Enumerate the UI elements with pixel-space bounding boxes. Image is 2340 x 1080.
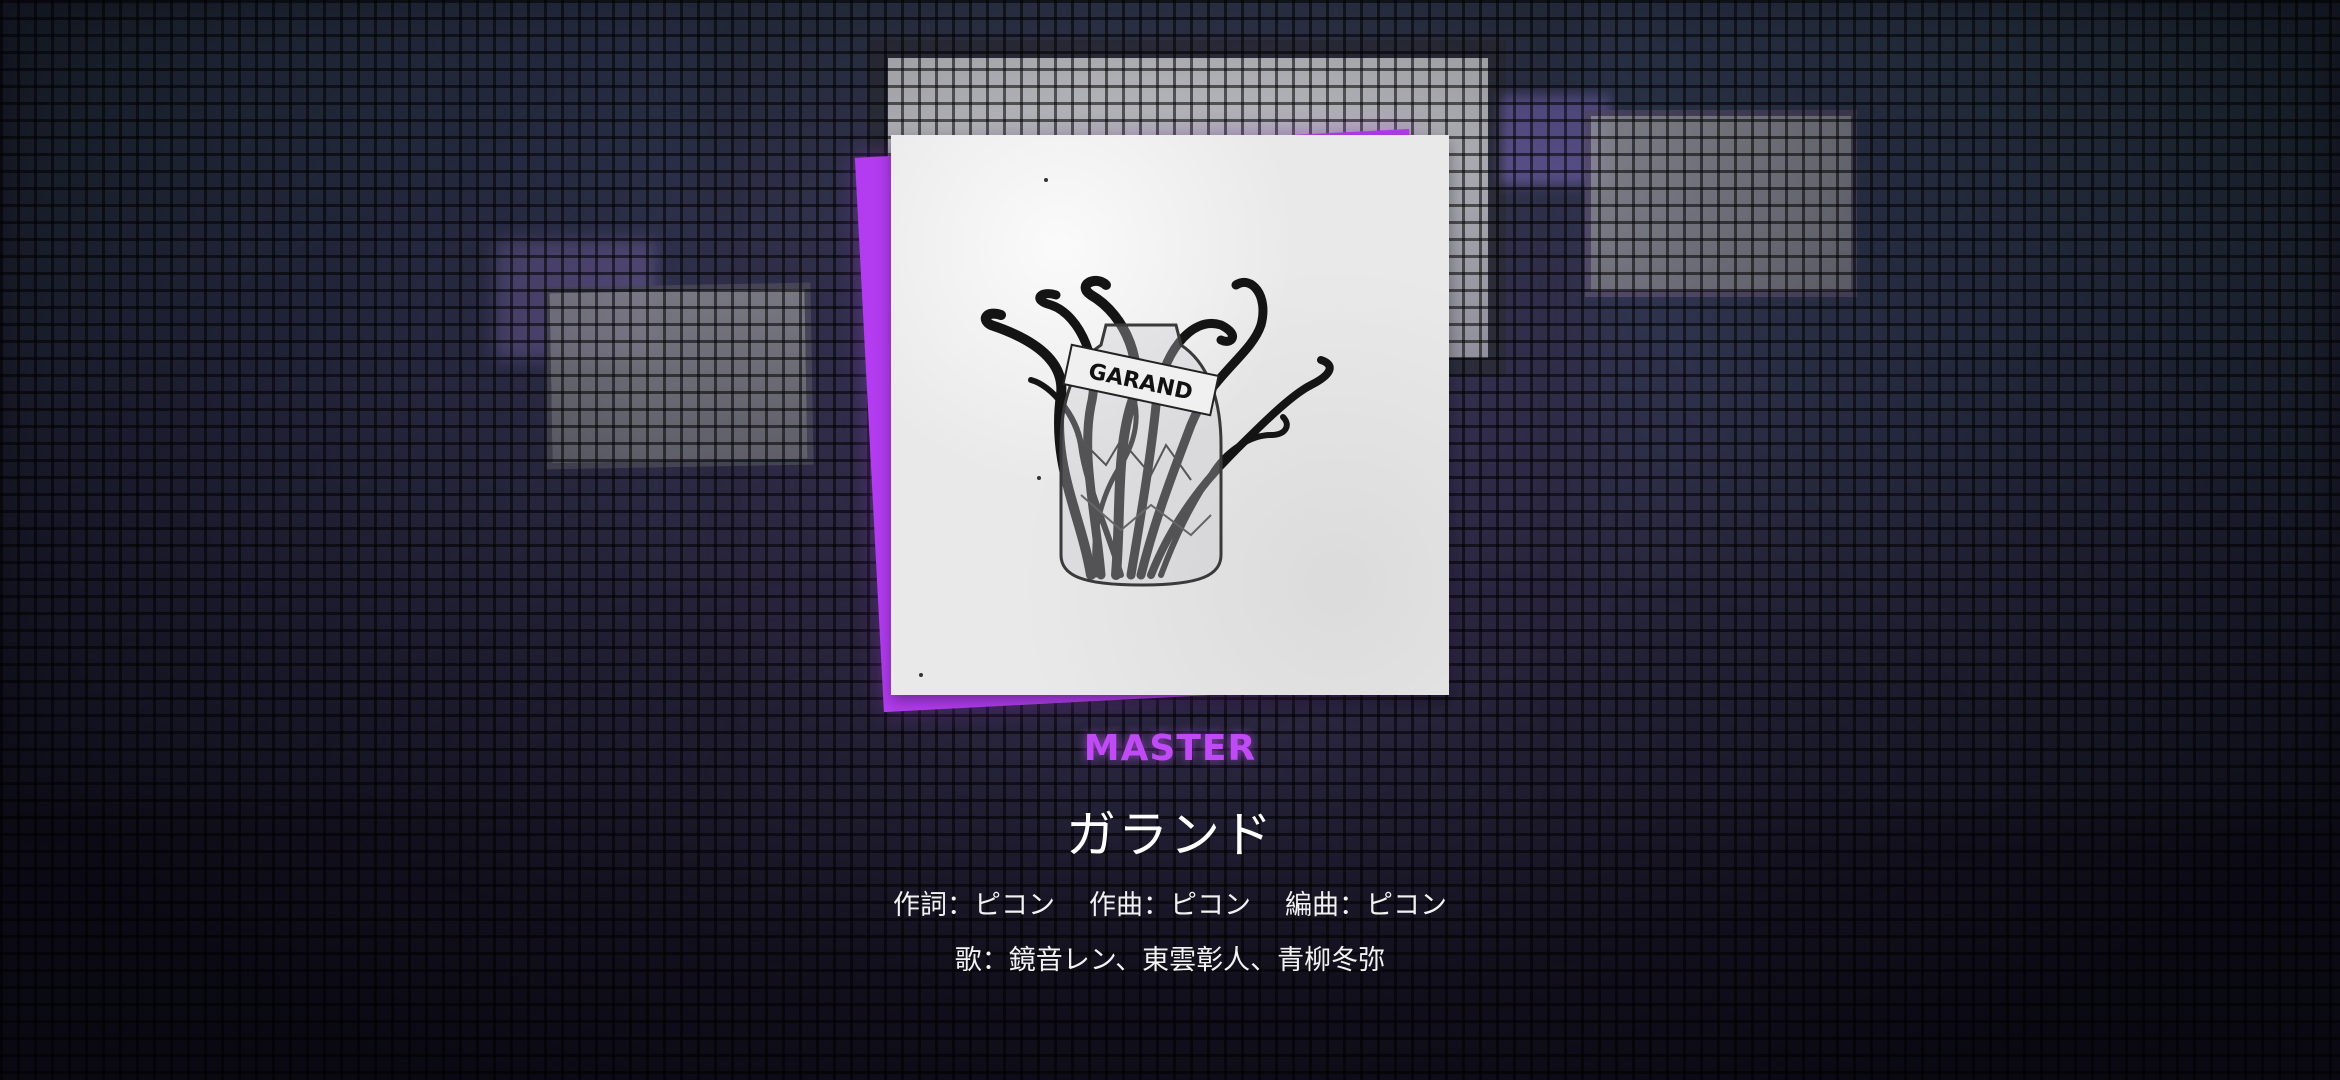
- song-title: ガランド: [1066, 806, 1274, 864]
- lyricist-credit: 作詞：ピコン: [893, 890, 1055, 921]
- vocals-credit: 歌：鏡音レン、東雲彰人、青柳冬弥: [954, 945, 1386, 976]
- jar-with-tentacles-icon: GARAND: [919, 178, 1334, 677]
- difficulty-label: MASTER: [1083, 728, 1257, 769]
- song-credits: 作詞：ピコン 作曲：ピコン 編曲：ピコン: [0, 883, 2340, 922]
- arranger-credit: 編曲：ピコン: [1285, 890, 1447, 921]
- composer-credit: 作曲：ピコン: [1089, 890, 1251, 921]
- song-intro-screen: GARAND MASTER ガランド 作詞：ピコン 作曲：ピコン 編曲：ピコン 歌：…: [0, 0, 2340, 1080]
- jacket-artwork: GARAND: [891, 135, 1449, 695]
- song-jacket: GARAND: [854, 115, 1475, 715]
